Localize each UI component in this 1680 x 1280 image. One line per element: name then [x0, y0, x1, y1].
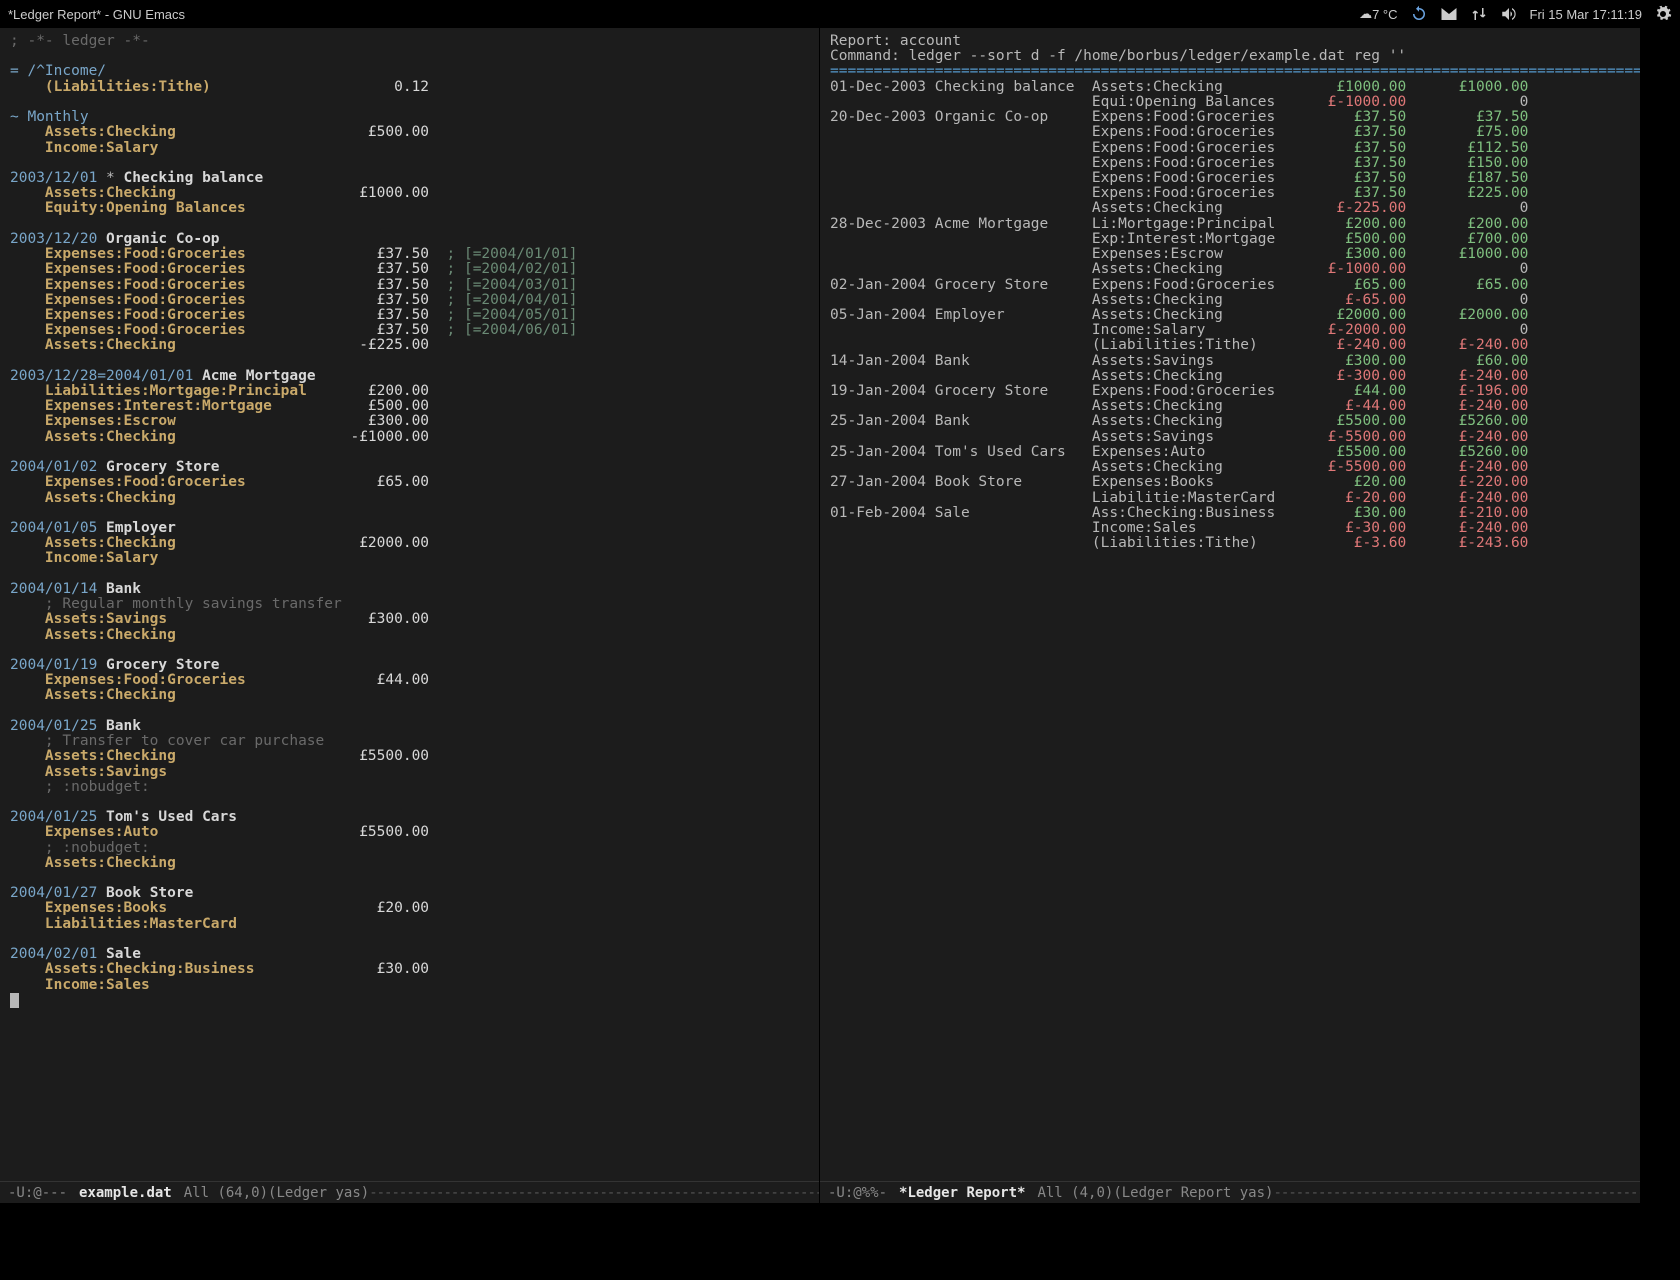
- window-title: *Ledger Report* - GNU Emacs: [8, 7, 185, 22]
- refresh-icon[interactable]: [1410, 5, 1428, 23]
- ledger-report-buffer[interactable]: Report: accountCommand: ledger --sort d …: [820, 28, 1640, 1181]
- gnome-topbar: *Ledger Report* - GNU Emacs ☁ 7 °C Fri 1…: [0, 0, 1680, 28]
- modeline-mode: (Ledger yas): [268, 1185, 369, 1201]
- volume-icon[interactable]: [1500, 5, 1518, 23]
- gear-icon[interactable]: [1654, 5, 1672, 23]
- weather-widget[interactable]: ☁ 7 °C: [1359, 6, 1397, 22]
- modeline-fill: ----------------------------------------…: [1273, 1185, 1640, 1201]
- modeline-mode: (Ledger Report yas): [1113, 1185, 1273, 1201]
- right-modeline: -U:@%%- *Ledger Report* All (4,0) (Ledge…: [820, 1181, 1640, 1203]
- right-pane: Report: accountCommand: ledger --sort d …: [820, 28, 1640, 1203]
- modeline-buffer-name: example.dat: [79, 1185, 172, 1201]
- emacs-frame: ; -*- ledger -*- = /^Income/ (Liabilitie…: [0, 28, 1680, 1203]
- network-icon[interactable]: [1470, 5, 1488, 23]
- system-tray: ☁ 7 °C Fri 15 Mar 17:11:19: [1359, 5, 1672, 23]
- clock[interactable]: Fri 15 Mar 17:11:19: [1530, 7, 1642, 22]
- modeline-flags: -U:@---: [8, 1185, 67, 1201]
- modeline-flags: -U:@%%-: [828, 1185, 887, 1201]
- modeline-position: All (4,0): [1037, 1185, 1113, 1201]
- left-pane: ; -*- ledger -*- = /^Income/ (Liabilitie…: [0, 28, 820, 1203]
- mail-icon[interactable]: [1440, 5, 1458, 23]
- modeline-buffer-name: *Ledger Report*: [899, 1185, 1025, 1201]
- modeline-fill: ----------------------------------------…: [369, 1185, 819, 1201]
- modeline-position: All (64,0): [184, 1185, 268, 1201]
- ledger-source-buffer[interactable]: ; -*- ledger -*- = /^Income/ (Liabilitie…: [0, 28, 819, 1181]
- left-modeline: -U:@--- example.dat All (64,0) (Ledger y…: [0, 1181, 819, 1203]
